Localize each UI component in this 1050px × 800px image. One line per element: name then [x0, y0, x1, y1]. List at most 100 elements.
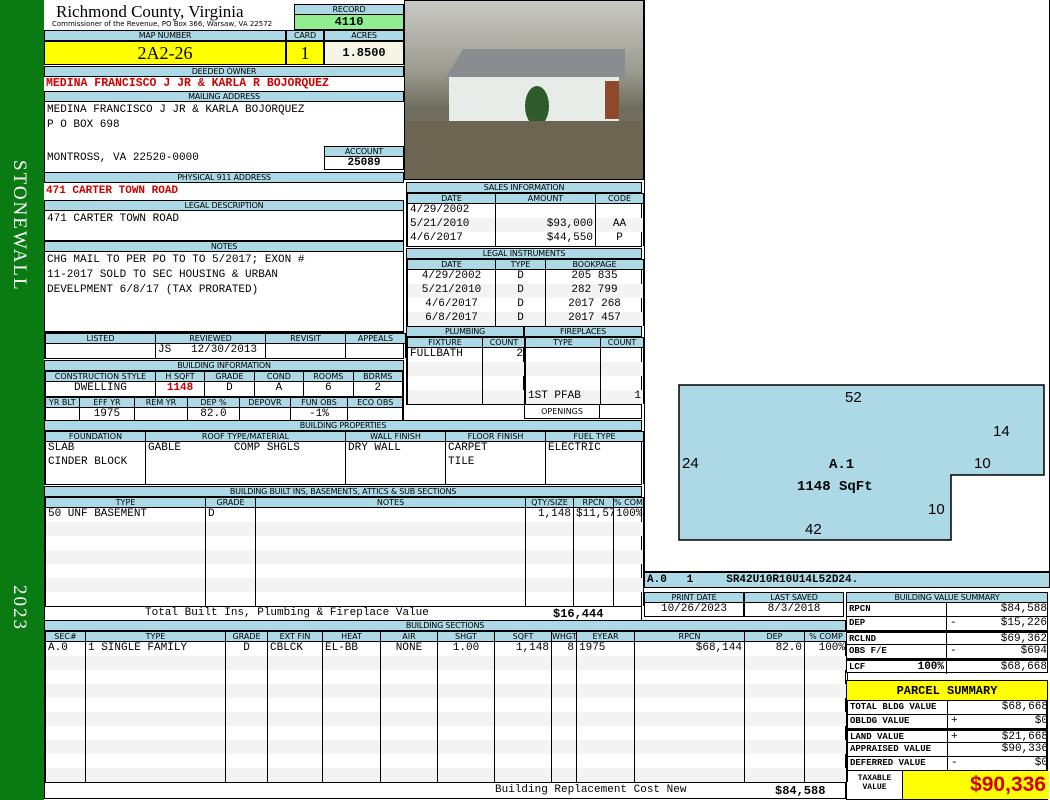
record-box: RECORD 4110	[294, 4, 404, 30]
last-saved: 8/3/2018	[744, 603, 844, 617]
table-cell	[205, 577, 256, 592]
table-cell	[744, 683, 805, 698]
table-cell	[525, 347, 601, 362]
acres-value: 1.8500	[324, 41, 404, 65]
account-number: 25089	[324, 157, 404, 170]
table-cell	[744, 711, 805, 726]
dim-label: 10	[974, 455, 991, 472]
table-cell	[45, 407, 80, 421]
table-cell: 50 UNF BASEMENT	[45, 507, 206, 522]
table-cell	[380, 683, 438, 698]
summary-row: OBS F/E - $694	[846, 645, 1048, 659]
column-header: DATE	[407, 193, 496, 204]
column-header: BOOKPAGE	[545, 259, 644, 270]
summary-label-text: APPRAISED VALUE	[850, 744, 932, 754]
summary-label-text: RPCN	[849, 604, 871, 614]
table-cell	[595, 203, 644, 218]
summary-value: $68,668	[1000, 661, 1047, 673]
table-cell: CBLCK	[267, 641, 323, 656]
column-header: H SQFT	[154, 371, 206, 382]
table-cell	[525, 549, 574, 564]
column-header: YR BLT	[45, 396, 80, 408]
table-cell	[225, 711, 268, 726]
dim-label: 52	[845, 389, 862, 406]
table-cell	[145, 455, 346, 470]
table-cell: SLAB	[45, 441, 146, 456]
built-ins-total-label: Total Built Ins, Plumbing & Fireplace Va…	[145, 606, 429, 619]
column-header: WALL FINISH	[345, 431, 446, 442]
table-cell	[205, 549, 256, 564]
area-sqft: 1148 SqFt	[797, 479, 873, 495]
table-cell: 205 835	[545, 269, 644, 284]
column-header: HEAT	[322, 631, 381, 642]
table-cell: NONE	[380, 641, 438, 656]
table-cell	[576, 767, 635, 782]
column-header: GRADE	[225, 631, 268, 642]
table-cell	[525, 591, 574, 606]
table-cell	[380, 711, 438, 726]
building-value-summary: BUILDING VALUE SUMMARY RPCN $84,588 DEP - $1…	[846, 592, 1048, 674]
table-cell	[225, 683, 268, 698]
table-cell	[545, 455, 644, 470]
table-cell	[804, 739, 848, 754]
table-cell	[45, 725, 86, 740]
summary-sign	[947, 661, 963, 674]
table-cell	[494, 655, 552, 670]
header-row: SEC# TYPE GRADE EXT FIN HEAT AIR SHGT SQFT WHGT E…	[45, 631, 848, 642]
table-row	[45, 521, 644, 536]
column-header: REM YR	[134, 396, 188, 408]
table-cell	[613, 535, 644, 550]
table-row	[407, 375, 526, 390]
legal-description-label: LEGAL DESCRIPTION	[44, 200, 404, 211]
table-cell: 2	[352, 381, 404, 396]
table-cell	[600, 361, 644, 376]
summary-sign: -	[950, 645, 957, 657]
table-cell	[437, 767, 495, 782]
table-cell: A	[253, 381, 305, 396]
openings-label: OPENINGS	[525, 404, 600, 418]
table-cell	[267, 655, 323, 670]
table-cell	[804, 725, 848, 740]
table-cell	[380, 753, 438, 768]
table-cell: $44,550	[495, 231, 596, 246]
built-ins-title: BUILDING BUILT INS, BASEMENTS, ATTICS & …	[44, 486, 642, 497]
table-cell	[347, 407, 403, 421]
fireplaces-title: FIREPLACES	[524, 326, 642, 337]
sketch-area[interactable]: 52 14 24 10 10 42 A.1 1148 SqFt	[644, 0, 1050, 572]
table-cell	[551, 669, 577, 684]
building-sketch: 52 14 24 10 10 42 A.1 1148 SqFt	[678, 384, 1045, 541]
table-cell	[437, 753, 495, 768]
column-header: ROOMS	[303, 371, 354, 382]
table-cell	[600, 375, 644, 390]
table-cell	[525, 361, 601, 376]
data-table: CONSTRUCTION STYLE H SQFT GRADE COND ROOMS BD…	[45, 371, 404, 396]
deeded-owner-label: DEEDED OWNER	[44, 66, 404, 77]
table-cell: 82.0	[186, 407, 241, 421]
summary-row: RPCN $84,588	[846, 603, 1048, 617]
data-table: TYPE COUNT 1ST PFAB 1	[525, 337, 644, 404]
table-cell: 282 799	[545, 283, 644, 298]
table-cell: 2017 457	[545, 311, 644, 326]
building-information: BUILDING INFORMATION CONSTRUCTION STYLE H…	[44, 360, 404, 422]
table-cell	[380, 739, 438, 754]
table-cell	[573, 563, 614, 578]
table-cell	[267, 669, 323, 684]
table-cell	[634, 697, 745, 712]
table-cell	[744, 767, 805, 782]
building-properties-title: BUILDING PROPERTIES	[44, 420, 642, 431]
table-cell	[267, 697, 323, 712]
table-cell	[437, 725, 495, 740]
table-cell	[322, 711, 381, 726]
table-cell	[45, 591, 206, 606]
summary-row: TOTAL BLDG VALUE $68,668	[847, 701, 1048, 715]
table-cell	[380, 767, 438, 782]
table-row: 1ST PFAB 1	[525, 389, 644, 404]
table-cell	[551, 655, 577, 670]
table-cell	[634, 753, 745, 768]
notes-line: CHG MAIL TO PER PO TO TO 5/2017; EXON #	[47, 254, 305, 266]
summary-row: LAND VALUE + $21,668	[847, 729, 1048, 744]
county-title: Richmond County, Virginia	[56, 2, 244, 21]
table-cell	[437, 683, 495, 698]
replacement-cost-label: Building Replacement Cost New	[495, 783, 687, 796]
table-cell	[225, 669, 268, 684]
